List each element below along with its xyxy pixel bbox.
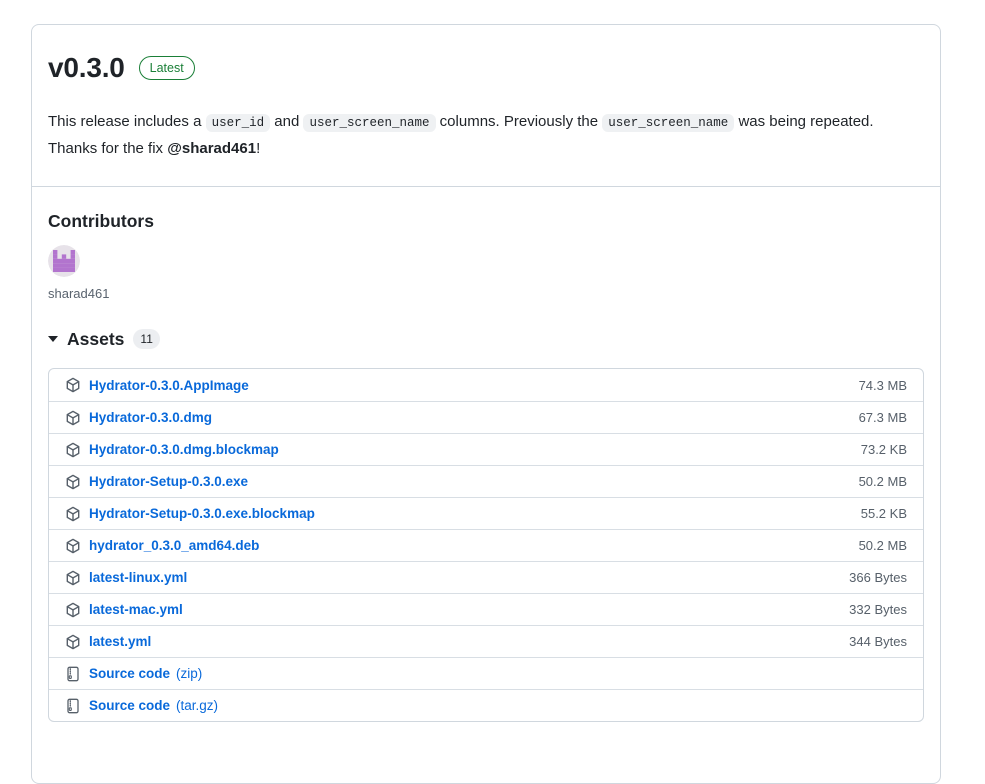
identicon: [48, 245, 80, 277]
asset-name-link[interactable]: Hydrator-0.3.0.AppImage: [89, 378, 249, 393]
asset-name-link[interactable]: Source code: [89, 666, 170, 681]
body-text: and: [270, 113, 303, 130]
asset-name-link[interactable]: hydrator_0.3.0_amd64.deb: [89, 538, 259, 553]
asset-row: Hydrator-Setup-0.3.0.exe.blockmap 55.2 K…: [49, 497, 923, 529]
release-card: v0.3.0 Latest This release includes a us…: [31, 24, 941, 784]
asset-name-link[interactable]: latest-linux.yml: [89, 570, 187, 585]
package-icon: [65, 634, 81, 650]
asset-name-link[interactable]: Hydrator-Setup-0.3.0.exe.blockmap: [89, 506, 315, 521]
asset-size: 67.3 MB: [859, 410, 907, 425]
body-text: This release includes a: [48, 113, 206, 130]
body-text: !: [256, 140, 260, 157]
asset-size: 50.2 MB: [859, 538, 907, 553]
package-icon: [65, 538, 81, 554]
assets-heading: Assets: [67, 328, 124, 350]
avatar[interactable]: [48, 245, 80, 277]
package-icon: [65, 570, 81, 586]
asset-row: Hydrator-0.3.0.dmg 67.3 MB: [49, 401, 923, 433]
latest-badge: Latest: [139, 56, 195, 80]
file-zip-icon: [65, 666, 81, 682]
asset-name-link[interactable]: latest.yml: [89, 634, 151, 649]
asset-size: 366 Bytes: [849, 570, 907, 585]
package-icon: [65, 442, 81, 458]
body-text: columns. Previously the: [436, 113, 603, 130]
asset-name-link[interactable]: latest-mac.yml: [89, 602, 183, 617]
asset-name-link[interactable]: Hydrator-0.3.0.dmg: [89, 410, 212, 425]
package-icon: [65, 474, 81, 490]
release-details-section: Contributors sharad461 Assets: [32, 187, 940, 746]
contributors-heading: Contributors: [48, 211, 924, 232]
asset-row: hydrator_0.3.0_amd64.deb 50.2 MB: [49, 529, 923, 561]
asset-row: Hydrator-0.3.0.dmg.blockmap 73.2 KB: [49, 433, 923, 465]
asset-name-link[interactable]: Source code: [89, 698, 170, 713]
asset-row: latest-mac.yml 332 Bytes: [49, 593, 923, 625]
asset-size: 344 Bytes: [849, 634, 907, 649]
asset-row: Source code (zip): [49, 657, 923, 689]
release-header: v0.3.0 Latest: [32, 25, 940, 85]
file-zip-icon: [65, 698, 81, 714]
package-icon: [65, 506, 81, 522]
assets-count-badge: 11: [133, 329, 159, 349]
asset-row: Source code (tar.gz): [49, 689, 923, 721]
contributor-username: sharad461: [48, 286, 924, 301]
inline-code: user_screen_name: [303, 114, 435, 132]
assets-toggle[interactable]: Assets 11: [48, 328, 160, 350]
asset-row: latest.yml 344 Bytes: [49, 625, 923, 657]
release-description: This release includes a user_id and user…: [32, 109, 927, 161]
asset-size: 50.2 MB: [859, 474, 907, 489]
package-icon: [65, 410, 81, 426]
package-icon: [65, 377, 81, 393]
asset-size: 55.2 KB: [861, 506, 907, 521]
asset-row: Hydrator-Setup-0.3.0.exe 50.2 MB: [49, 465, 923, 497]
inline-code: user_screen_name: [602, 114, 734, 132]
caret-down-icon: [48, 336, 58, 342]
asset-size: 74.3 MB: [859, 378, 907, 393]
asset-size: 332 Bytes: [849, 602, 907, 617]
asset-suffix[interactable]: (zip): [176, 666, 202, 681]
user-mention-link[interactable]: @sharad461: [167, 140, 256, 157]
package-icon: [65, 602, 81, 618]
asset-size: 73.2 KB: [861, 442, 907, 457]
release-title: v0.3.0: [48, 51, 125, 85]
asset-name-link[interactable]: Hydrator-0.3.0.dmg.blockmap: [89, 442, 279, 457]
asset-suffix[interactable]: (tar.gz): [176, 698, 218, 713]
asset-row: Hydrator-0.3.0.AppImage 74.3 MB: [49, 369, 923, 401]
asset-row: latest-linux.yml 366 Bytes: [49, 561, 923, 593]
assets-table: Hydrator-0.3.0.AppImage 74.3 MB Hydrator…: [48, 368, 924, 722]
asset-name-link[interactable]: Hydrator-Setup-0.3.0.exe: [89, 474, 248, 489]
inline-code: user_id: [206, 114, 271, 132]
